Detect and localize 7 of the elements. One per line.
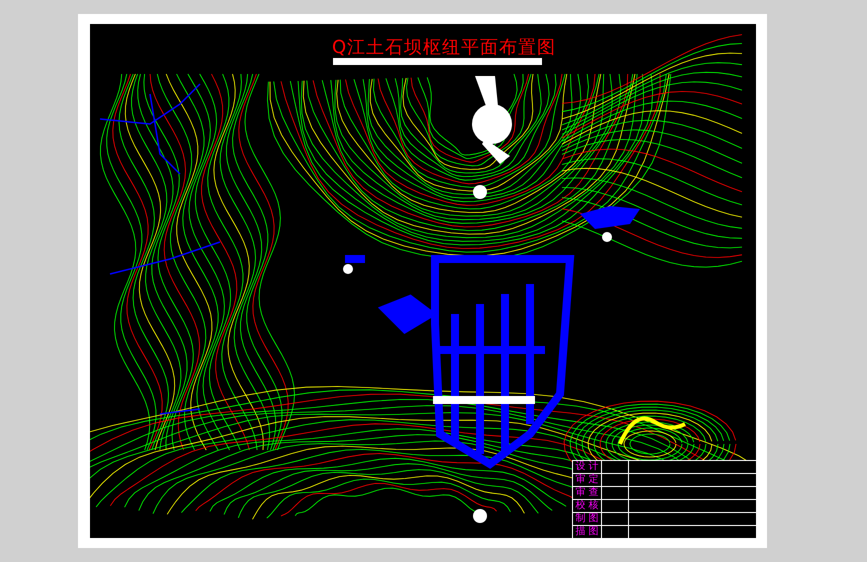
title-block-label: 描 图	[573, 526, 602, 538]
title-block-label: 审 定	[573, 474, 602, 486]
drawing-title: Q江土石坝枢纽平面布置图	[332, 38, 556, 57]
title-block-label: 设 计	[573, 461, 602, 473]
title-block-label: 制 图	[573, 513, 602, 525]
title-block-label: 审 查	[573, 487, 602, 499]
title-block-label: 校 核	[573, 500, 602, 512]
